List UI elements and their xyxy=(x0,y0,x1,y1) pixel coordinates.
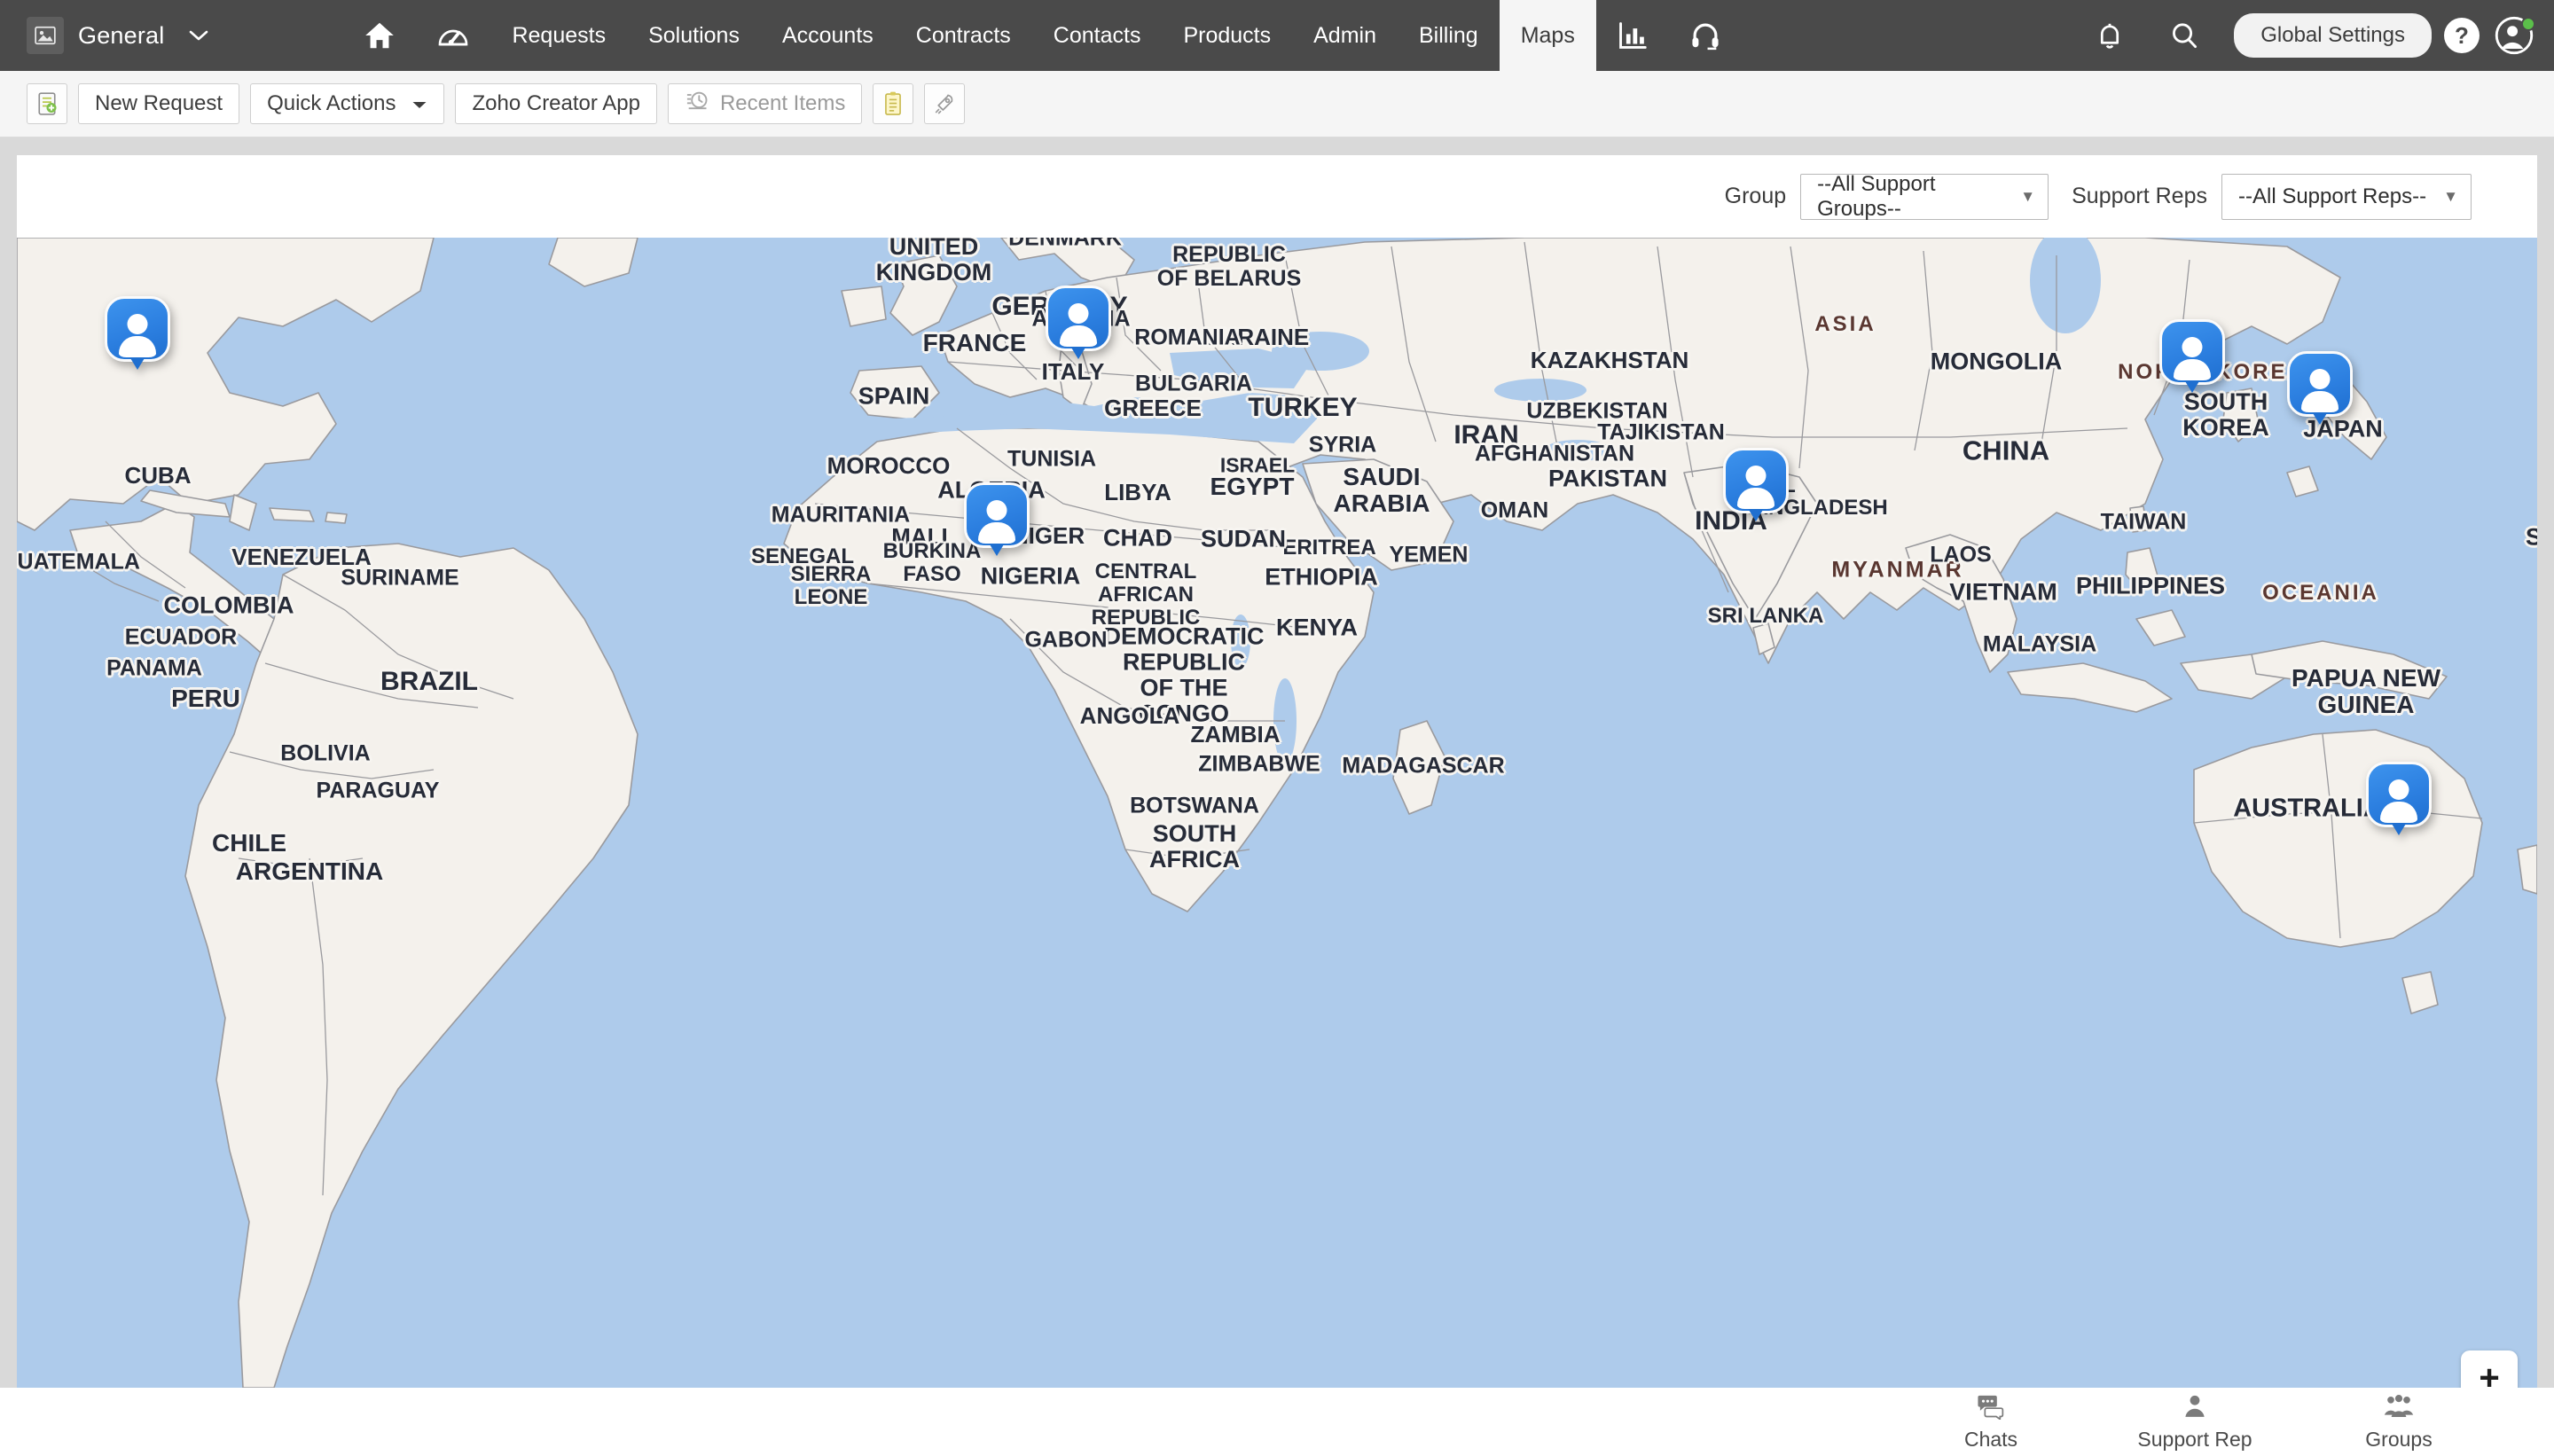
new-request-button[interactable]: New Request xyxy=(78,83,239,124)
nav-tab-products[interactable]: Products xyxy=(1162,0,1292,71)
gauge-icon[interactable] xyxy=(416,0,490,71)
rocket-icon[interactable] xyxy=(924,83,965,124)
secondary-toolbar: New Request Quick Actions Zoho Creator A… xyxy=(0,71,2554,137)
quick-actions-label: Quick Actions xyxy=(267,91,396,116)
image-placeholder-icon xyxy=(34,24,57,47)
support-reps-filter: Support Reps --All Support Reps-- ▼ xyxy=(2072,174,2472,220)
support-reps-select[interactable]: --All Support Reps-- ▼ xyxy=(2221,174,2472,220)
caret-down-icon: ▼ xyxy=(2443,188,2458,206)
nav-primary-icons xyxy=(343,0,490,71)
group-select-value: --All Support Groups-- xyxy=(1817,172,2010,222)
nav-tab-list: Requests Solutions Accounts Contracts Co… xyxy=(490,0,1595,71)
zoho-creator-app-button[interactable]: Zoho Creator App xyxy=(455,83,656,124)
map-geography xyxy=(17,238,2537,1388)
bottom-status-bar: Chats Support Rep Groups xyxy=(0,1388,2554,1456)
marker-italy[interactable] xyxy=(1046,286,1111,351)
groups-button[interactable]: Groups xyxy=(2297,1393,2501,1452)
support-rep-button[interactable]: Support Rep xyxy=(2093,1393,2297,1452)
nav-tab-contracts[interactable]: Contracts xyxy=(895,0,1032,71)
person-icon xyxy=(2182,1393,2208,1424)
recent-items-label: Recent Items xyxy=(720,91,845,116)
group-select[interactable]: --All Support Groups-- ▼ xyxy=(1800,174,2049,220)
group-filter-label: Group xyxy=(1725,184,1786,209)
portal-selector[interactable]: General xyxy=(0,0,210,71)
chats-button[interactable]: Chats xyxy=(1889,1393,2093,1452)
search-icon[interactable] xyxy=(2147,0,2221,71)
bar-chart-icon[interactable] xyxy=(1596,0,1669,71)
nav-tab-accounts[interactable]: Accounts xyxy=(761,0,895,71)
nav-right-cluster: Global Settings ? xyxy=(2072,0,2554,71)
support-reps-select-value: --All Support Reps-- xyxy=(2238,184,2426,209)
marker-india[interactable] xyxy=(1723,448,1789,513)
bell-icon[interactable] xyxy=(2072,0,2147,71)
support-reps-filter-label: Support Reps xyxy=(2072,184,2207,209)
zoom-in-button[interactable]: + xyxy=(2461,1350,2518,1388)
nav-tab-contacts[interactable]: Contacts xyxy=(1032,0,1163,71)
support-rep-label: Support Rep xyxy=(2137,1428,2252,1452)
chats-label: Chats xyxy=(1964,1428,2017,1452)
group-people-icon xyxy=(2383,1393,2415,1424)
quick-actions-button[interactable]: Quick Actions xyxy=(250,83,444,124)
nav-tab-billing[interactable]: Billing xyxy=(1398,0,1500,71)
clock-history-icon xyxy=(685,89,709,120)
help-button[interactable]: ? xyxy=(2444,18,2480,53)
support-rep-marker-icon xyxy=(2366,762,2432,827)
online-status-dot xyxy=(2521,17,2535,31)
portal-name: General xyxy=(78,22,164,50)
recent-items-button[interactable]: Recent Items xyxy=(668,83,862,124)
nav-spacer xyxy=(210,0,343,71)
maps-content-panel: Group --All Support Groups-- ▼ Support R… xyxy=(17,155,2537,1388)
app-logo xyxy=(27,17,64,54)
marker-australia[interactable] xyxy=(2366,762,2432,827)
caret-down-icon xyxy=(411,91,427,116)
group-filter: Group --All Support Groups-- ▼ xyxy=(1725,174,2049,220)
support-rep-marker-icon xyxy=(105,296,170,362)
chat-bubbles-icon xyxy=(1976,1393,2006,1424)
marker-japan[interactable] xyxy=(2287,351,2353,417)
nav-tab-maps[interactable]: Maps xyxy=(1500,0,1596,71)
clipboard-icon[interactable] xyxy=(873,83,913,124)
new-request-doc-icon[interactable] xyxy=(27,83,67,124)
chevron-down-icon[interactable] xyxy=(187,28,210,43)
avatar[interactable] xyxy=(2494,15,2534,56)
headset-icon[interactable] xyxy=(1669,0,1742,71)
support-rep-marker-icon xyxy=(964,482,1030,548)
home-icon[interactable] xyxy=(343,0,416,71)
support-rep-marker-icon xyxy=(1723,448,1789,513)
support-rep-marker-icon xyxy=(1046,286,1111,351)
zoom-in-label: + xyxy=(2479,1360,2499,1388)
map-filter-bar: Group --All Support Groups-- ▼ Support R… xyxy=(17,155,2537,238)
nav-tab-admin[interactable]: Admin xyxy=(1292,0,1398,71)
marker-nigeria[interactable] xyxy=(964,482,1030,548)
nav-secondary-icons xyxy=(1596,0,1742,71)
support-rep-marker-icon xyxy=(2159,319,2225,385)
marker-south-korea[interactable] xyxy=(2159,319,2225,385)
nav-tab-requests[interactable]: Requests xyxy=(490,0,627,71)
world-map[interactable]: UNITED KINGDOMDENMARKGERMANYREPUBLIC OF … xyxy=(17,238,2537,1388)
marker-north-america[interactable] xyxy=(105,296,170,362)
global-settings-button[interactable]: Global Settings xyxy=(2234,13,2432,58)
nav-tab-solutions[interactable]: Solutions xyxy=(627,0,761,71)
groups-label: Groups xyxy=(2365,1428,2432,1452)
support-rep-marker-icon xyxy=(2287,351,2353,417)
top-navigation-bar: General Requests Solutions Accounts Cont… xyxy=(0,0,2554,71)
caret-down-icon: ▼ xyxy=(2020,188,2035,206)
